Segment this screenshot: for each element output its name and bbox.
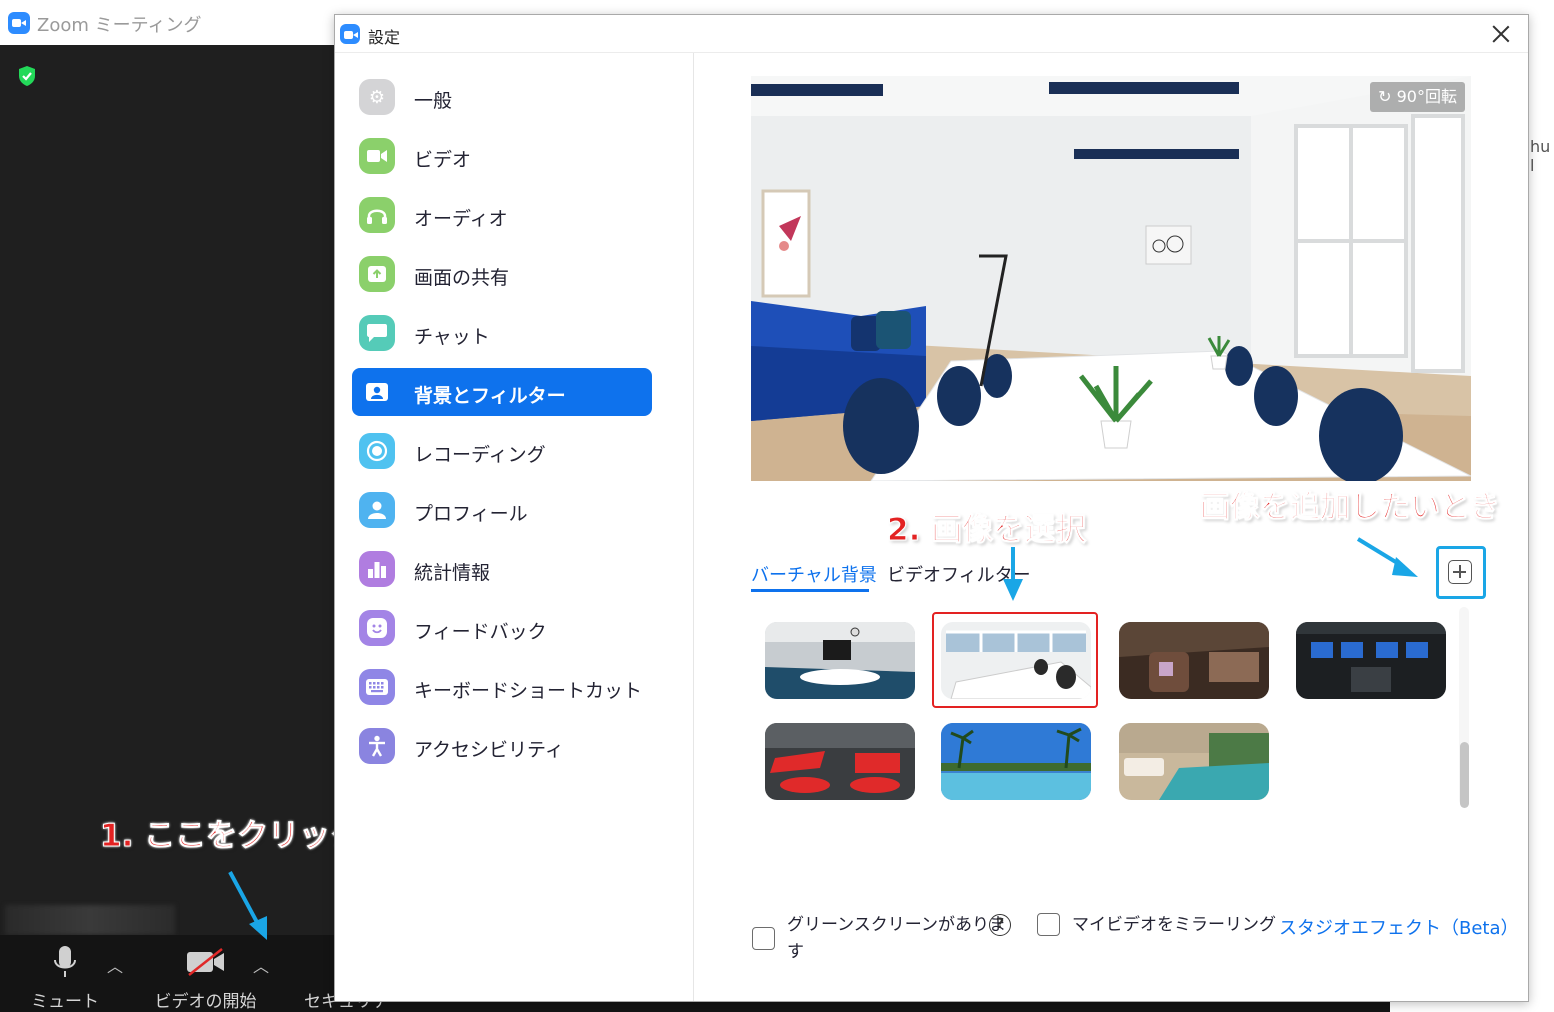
green-screen-checkbox[interactable] bbox=[752, 927, 775, 950]
thumbnail-red-lounge-image bbox=[765, 723, 915, 800]
sidebar-item-general[interactable]: ⚙ 一般 bbox=[352, 73, 652, 121]
close-icon[interactable] bbox=[1488, 21, 1514, 47]
rotate-button[interactable]: ↻ 90°回転 bbox=[1370, 82, 1465, 112]
thumbnail-meeting-room-image bbox=[765, 622, 915, 699]
sidebar-item-label: オーディオ bbox=[414, 208, 508, 230]
background-thumbnail[interactable] bbox=[941, 723, 1091, 800]
mute-button[interactable]: ミュート bbox=[25, 935, 105, 1012]
meeting-video-area bbox=[0, 45, 340, 935]
mirror-video-label: マイビデオをミラーリング bbox=[1072, 915, 1276, 935]
participant-name-blurred bbox=[5, 905, 175, 935]
mirror-video-checkbox[interactable] bbox=[1037, 913, 1060, 936]
sidebar-item-accessibility[interactable]: アクセシビリティ bbox=[352, 722, 652, 770]
sidebar-item-label: 一般 bbox=[414, 90, 453, 112]
video-off-icon bbox=[187, 948, 224, 976]
background-thumbnail[interactable] bbox=[765, 622, 915, 699]
sidebar-item-label: ビデオ bbox=[414, 149, 472, 171]
microphone-icon bbox=[54, 946, 76, 977]
rotate-label: 90°回転 bbox=[1396, 87, 1457, 106]
green-screen-label-line2: す bbox=[787, 942, 804, 962]
profile-icon bbox=[359, 492, 395, 528]
chat-bubble-icon bbox=[359, 315, 395, 351]
thumbnail-pool-palms-image bbox=[941, 723, 1091, 800]
sidebar-item-label: プロフィール bbox=[414, 503, 528, 525]
audio-options-caret-icon[interactable]: ︿ bbox=[107, 953, 123, 977]
sidebar-item-label: レコーディング bbox=[414, 444, 546, 466]
sidebar-item-label: アクセシビリティ bbox=[414, 739, 564, 761]
sidebar-item-video[interactable]: ビデオ bbox=[352, 132, 652, 180]
gear-icon: ⚙ bbox=[359, 79, 395, 115]
annotation-arrow-step1 bbox=[228, 871, 267, 940]
sidebar-item-recording[interactable]: レコーディング bbox=[352, 427, 652, 475]
sidebar-item-feedback[interactable]: フィードバック bbox=[352, 604, 652, 652]
sidebar-item-label: キーボードショートカット bbox=[414, 680, 643, 702]
preview-office-image bbox=[751, 76, 1471, 481]
security-shield-icon bbox=[19, 66, 35, 86]
rotate-icon: ↻ bbox=[1378, 87, 1392, 106]
annotation-arrow-add-image bbox=[1356, 537, 1418, 577]
annotation-step2: 2. 画像を選択 bbox=[886, 512, 1087, 549]
background-thumbnail[interactable] bbox=[1296, 622, 1446, 699]
background-thumbnail[interactable] bbox=[765, 723, 915, 800]
share-screen-icon bbox=[359, 256, 395, 292]
sidebar-item-label: フィードバック bbox=[414, 621, 547, 643]
headphones-icon bbox=[359, 197, 395, 233]
thumbnail-cockpit-image bbox=[1296, 622, 1446, 699]
mute-label: ミュート bbox=[31, 992, 99, 1012]
video-camera-icon bbox=[359, 138, 395, 174]
background-window-text: hu l bbox=[1530, 137, 1551, 175]
settings-titlebar: 設定 bbox=[335, 15, 1528, 53]
sidebar-item-statistics[interactable]: 統計情報 bbox=[352, 545, 652, 593]
thumbnail-airplane-cabin-image bbox=[1119, 622, 1269, 699]
studio-effects-link[interactable]: スタジオエフェクト（Beta） bbox=[1279, 914, 1519, 940]
accessibility-icon bbox=[359, 728, 395, 764]
sidebar-item-label: チャット bbox=[414, 326, 490, 348]
help-question-icon[interactable]: ? bbox=[989, 914, 1011, 936]
settings-title: 設定 bbox=[368, 28, 401, 47]
background-thumbnail[interactable] bbox=[1119, 622, 1269, 699]
sidebar-item-profile[interactable]: プロフィール bbox=[352, 486, 652, 534]
sidebar-item-label: 背景とフィルター bbox=[414, 385, 566, 407]
sidebar-item-background-filters[interactable]: 背景とフィルター bbox=[352, 368, 652, 416]
sidebar-item-audio[interactable]: オーディオ bbox=[352, 191, 652, 239]
settings-sidebar: ⚙ 一般 ビデオ オーディオ 画面の共有 チャット 背景とフィルター レコーディ… bbox=[335, 53, 694, 1001]
feedback-smile-icon bbox=[359, 610, 395, 646]
annotation-step1: 1. ここをクリック bbox=[99, 818, 362, 855]
sidebar-item-label: 画面の共有 bbox=[414, 267, 510, 289]
statistics-icon bbox=[359, 551, 395, 587]
annotation-arrow-step2 bbox=[1003, 547, 1023, 601]
sidebar-item-label: 統計情報 bbox=[414, 562, 491, 584]
zoom-window-title: Zoom ミーティング bbox=[37, 15, 202, 36]
active-tab-underline bbox=[751, 589, 869, 592]
green-screen-label: グリーンスクリーンがありま す bbox=[787, 912, 1006, 966]
sidebar-item-keyboard-shortcuts[interactable]: キーボードショートカット bbox=[352, 663, 652, 711]
start-video-label: ビデオの開始 bbox=[154, 992, 257, 1012]
green-screen-label-line1: グリーンスクリーンがありま bbox=[787, 915, 1006, 935]
record-icon bbox=[359, 433, 395, 469]
thumbnail-resort-pool-image bbox=[1119, 723, 1269, 800]
background-preview: ↻ 90°回転 bbox=[751, 76, 1471, 481]
background-person-icon bbox=[359, 374, 395, 410]
selected-thumbnail-frame bbox=[932, 612, 1098, 708]
tab-virtual-background[interactable]: バーチャル背景 bbox=[751, 561, 877, 587]
annotation-add-image: 画像を追加したいとき bbox=[1200, 490, 1501, 526]
sidebar-item-share-screen[interactable]: 画面の共有 bbox=[352, 250, 652, 298]
keyboard-icon bbox=[359, 669, 395, 705]
background-thumbnail[interactable] bbox=[1119, 723, 1269, 800]
add-image-button[interactable] bbox=[1448, 560, 1472, 584]
screen: Zoom ミーティング hu l ミュート ︿ ビデオの開始 ︿ セキュリテ 1… bbox=[0, 0, 1554, 1012]
thumbnail-scrollbar-thumb[interactable] bbox=[1460, 742, 1469, 808]
zoom-logo-icon bbox=[340, 24, 360, 44]
zoom-logo-icon bbox=[8, 12, 30, 34]
video-options-caret-icon[interactable]: ︿ bbox=[253, 953, 269, 977]
sidebar-item-chat[interactable]: チャット bbox=[352, 309, 652, 357]
